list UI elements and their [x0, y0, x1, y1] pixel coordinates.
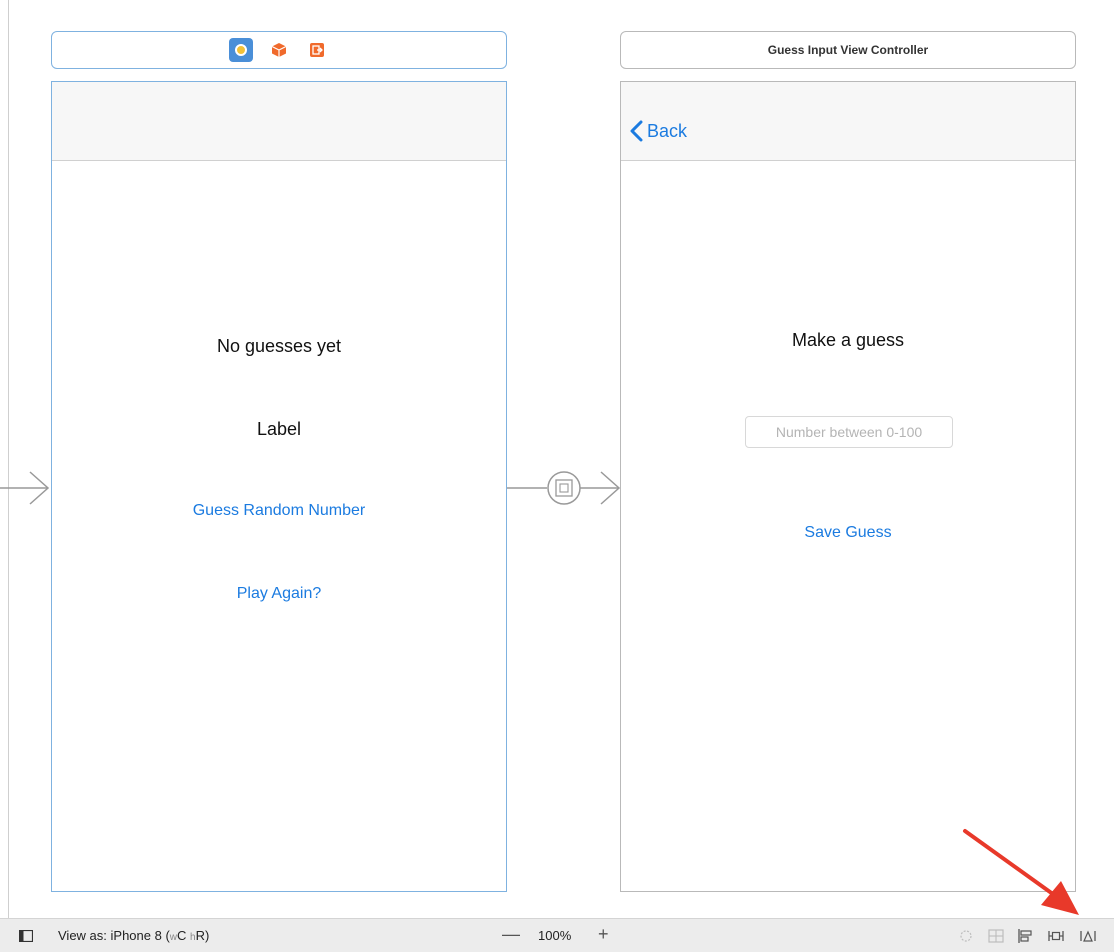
scene-guess-input-view-controller[interactable]: Back Make a guess Number between 0-100 S… — [620, 81, 1076, 892]
scene-dock-left[interactable] — [51, 31, 507, 69]
size-class-h-value: R) — [195, 928, 210, 943]
scene-main-view-controller[interactable]: No guesses yet Label Guess Random Number… — [51, 81, 507, 892]
resolve-auto-layout-issues-icon[interactable] — [1080, 929, 1096, 943]
save-guess-button[interactable]: Save Guess — [621, 524, 1075, 542]
view-as-device-button[interactable]: View as: iPhone 8 (wC hR) — [58, 928, 209, 943]
no-guesses-label[interactable]: No guesses yet — [52, 336, 506, 357]
back-button-label: Back — [647, 120, 688, 141]
view-controller-icon[interactable] — [229, 38, 253, 62]
update-frames-icon[interactable] — [958, 929, 974, 943]
exit-icon[interactable] — [305, 38, 329, 62]
result-label[interactable]: Label — [52, 419, 506, 440]
play-again-button[interactable]: Play Again? — [52, 585, 506, 603]
first-responder-icon[interactable] — [267, 38, 291, 62]
size-class-w-value: C — [177, 928, 191, 943]
document-outline-toggle-icon[interactable] — [19, 930, 33, 942]
chevron-left-icon — [630, 120, 643, 142]
navigation-bar[interactable]: Back — [621, 82, 1075, 161]
annotation-arrow-icon — [963, 829, 1079, 915]
view-as-label: View as: iPhone 8 ( — [58, 928, 170, 943]
size-class-w: w — [169, 932, 178, 943]
zoom-out-button[interactable]: — — [502, 924, 520, 945]
make-a-guess-label[interactable]: Make a guess — [621, 330, 1075, 351]
add-new-constraints-icon[interactable] — [1048, 929, 1064, 943]
canvas-left-edge — [8, 0, 9, 918]
initial-view-controller-arrow-icon[interactable] — [0, 468, 52, 508]
scene-title: Guess Input View Controller — [767, 43, 929, 57]
back-button[interactable]: Back — [629, 120, 687, 142]
guess-input-field[interactable]: Number between 0-100 — [745, 416, 953, 448]
guess-random-number-button[interactable]: Guess Random Number — [52, 502, 506, 520]
canvas-bottom-bar: View as: iPhone 8 (wC hR) — 100% + — [0, 918, 1114, 952]
zoom-in-button[interactable]: + — [598, 924, 609, 945]
scene-dock-right[interactable]: Guess Input View Controller — [620, 31, 1076, 69]
embed-in-stack-icon[interactable] — [988, 929, 1004, 943]
navigation-bar[interactable] — [52, 82, 506, 161]
align-icon[interactable] — [1018, 929, 1034, 943]
show-segue-icon[interactable] — [507, 466, 621, 510]
zoom-level: 100% — [538, 928, 572, 943]
